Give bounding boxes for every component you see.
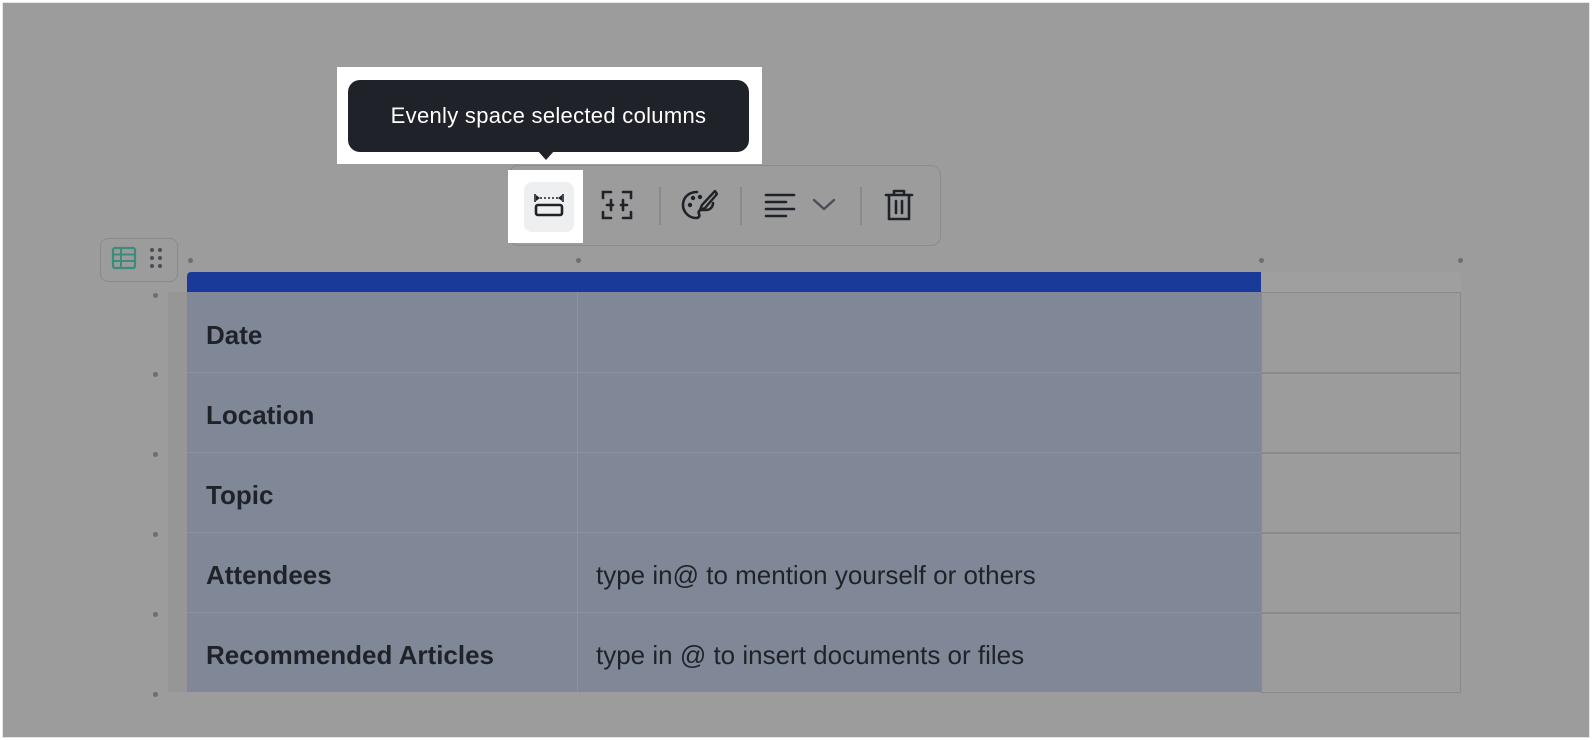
tooltip-arrow [537,150,555,160]
row-insert-dot[interactable] [153,452,158,457]
row-label-recommended-articles[interactable]: Recommended Articles [206,640,494,670]
palette-icon [680,188,719,227]
row-insert-dot[interactable] [153,532,158,537]
row-insert-dot[interactable] [153,692,158,697]
toolbar-divider [740,187,742,225]
toolbar-divider [860,187,862,225]
unselected-column[interactable] [1261,292,1461,693]
column-insert-dot[interactable] [576,258,581,263]
delete-button[interactable] [874,182,924,232]
row-divider [187,612,1261,613]
row-insert-dot[interactable] [153,372,158,377]
row-gutter [168,292,187,692]
column-insert-dot[interactable] [188,258,193,263]
row-label-date[interactable]: Date [206,320,262,350]
row-insert-dot[interactable] [153,293,158,298]
row-divider [1261,452,1461,454]
row-divider [187,452,1261,453]
table-handle[interactable] [100,238,178,282]
align-left-icon [764,191,796,224]
column-header-bar[interactable] [1261,272,1461,292]
row-insert-dot[interactable] [153,612,158,617]
drag-handle-icon[interactable] [149,246,163,275]
row-divider [1261,372,1461,374]
merge-cells-button[interactable] [592,182,642,232]
column-insert-dot[interactable] [1458,258,1463,263]
row-divider [187,372,1261,373]
text-align-button[interactable] [758,182,842,232]
row-label-location[interactable]: Location [206,400,314,430]
distribute-columns-icon [532,190,566,225]
column-selection-bar[interactable] [187,272,1261,292]
toolbar-divider [659,187,661,225]
row-value-attendees[interactable]: type in@ to mention yourself or others [596,560,1036,590]
merge-cells-icon [599,188,635,227]
selected-columns[interactable] [187,292,1261,692]
row-divider [1261,532,1461,534]
cell-color-button[interactable] [674,182,724,232]
table-icon [111,246,137,275]
evenly-space-columns-button[interactable] [524,182,574,232]
row-value-recommended-articles[interactable]: type in @ to insert documents or files [596,640,1024,670]
row-divider [187,532,1261,533]
tooltip-text: Evenly space selected columns [390,103,707,128]
row-label-topic[interactable]: Topic [206,480,273,510]
column-insert-dot[interactable] [1259,258,1264,263]
row-divider [1261,612,1461,614]
row-label-attendees[interactable]: Attendees [206,560,332,590]
tooltip: Evenly space selected columns [348,80,749,152]
chevron-down-icon [812,198,836,217]
trash-icon [884,188,914,227]
column-divider [577,292,578,692]
